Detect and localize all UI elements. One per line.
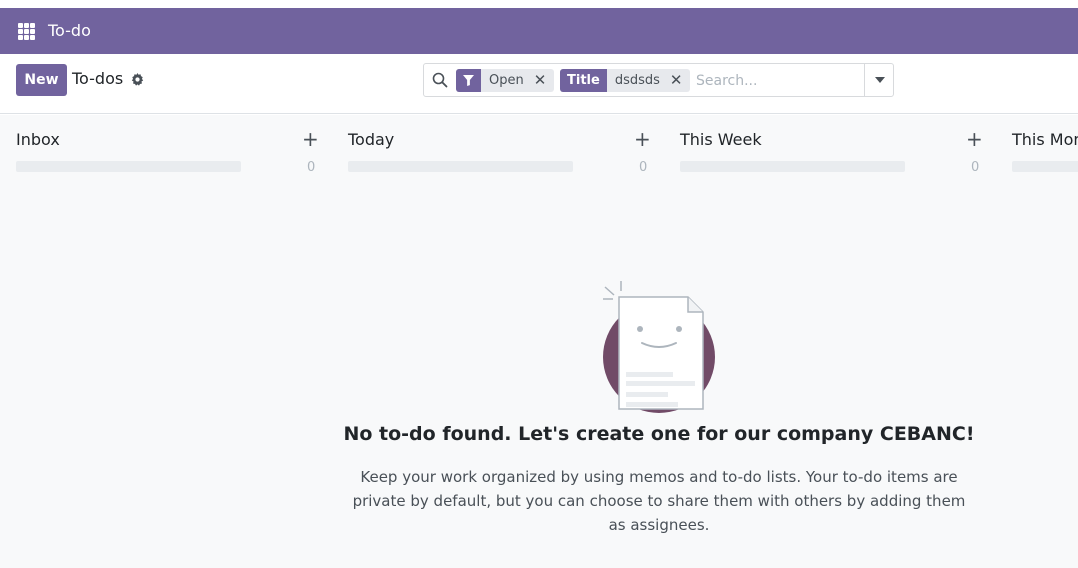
breadcrumb: To-dos — [72, 69, 124, 88]
filter-facet-value: Open — [489, 73, 524, 88]
caret-down-icon — [874, 77, 885, 83]
column-count: 0 — [307, 160, 316, 175]
remove-facet-open-icon[interactable]: ✕ — [530, 69, 555, 92]
search-icon — [432, 72, 448, 88]
empty-state-illustration — [603, 281, 715, 417]
remove-facet-title-icon[interactable]: ✕ — [666, 69, 691, 92]
column-count: 0 — [971, 160, 980, 175]
column-progress-bar — [348, 161, 573, 172]
kanban-column-inbox: Inbox + 0 — [16, 115, 319, 185]
column-title[interactable]: This Week — [680, 130, 762, 150]
search-options-toggle[interactable] — [864, 64, 894, 96]
column-progress-bar — [16, 161, 241, 172]
control-panel: New To-dos Open ✕ Title dsdsds ✕ — [0, 54, 1078, 114]
empty-state-title: No to-do found. Let's create one for our… — [343, 423, 975, 445]
title-facet-label: Title — [560, 69, 607, 92]
filter-icon — [456, 69, 481, 92]
kanban-column-this-month: This Month — [1012, 115, 1078, 185]
app-title[interactable]: To-do — [48, 21, 91, 41]
column-count: 0 — [639, 160, 648, 175]
top-navbar: To-do — [0, 8, 1078, 54]
column-progress-bar — [1012, 161, 1078, 172]
new-button[interactable]: New — [16, 64, 67, 96]
filter-facet-open: Open ✕ — [456, 69, 555, 92]
search-box: Open ✕ Title dsdsds ✕ — [423, 63, 894, 97]
window-top-strip — [0, 0, 1078, 8]
column-title[interactable]: Today — [348, 130, 394, 150]
gear-icon[interactable] — [131, 73, 144, 86]
quick-create-icon[interactable]: + — [634, 128, 651, 150]
title-facet: Title dsdsds ✕ — [560, 69, 691, 92]
quick-create-icon[interactable]: + — [302, 128, 319, 150]
column-title[interactable]: This Month — [1012, 130, 1078, 150]
apps-grid-icon[interactable] — [18, 23, 35, 40]
empty-state-text: Keep your work organized by using memos … — [352, 468, 966, 534]
column-progress-bar — [680, 161, 905, 172]
quick-create-icon[interactable]: + — [966, 128, 983, 150]
column-title[interactable]: Inbox — [16, 130, 60, 150]
kanban-column-this-week: This Week + 0 — [680, 115, 983, 185]
search-input[interactable] — [696, 70, 861, 92]
kanban-column-today: Today + 0 — [348, 115, 651, 185]
title-facet-value: dsdsds — [614, 73, 660, 88]
